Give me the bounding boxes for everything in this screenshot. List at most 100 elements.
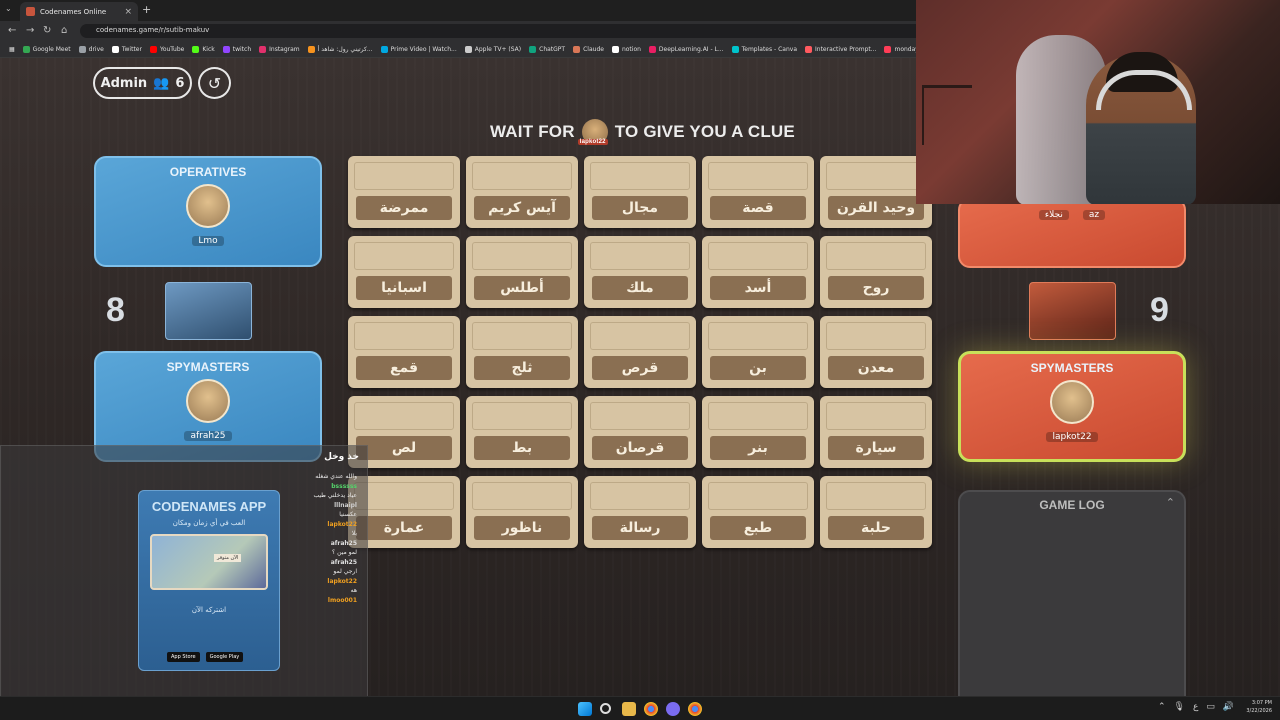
store-badges: App Store Google Play xyxy=(167,652,244,662)
tray-chevron-icon[interactable]: ⌃ xyxy=(1158,702,1166,712)
word-card[interactable]: ناظور xyxy=(466,476,578,548)
back-icon[interactable]: ← xyxy=(8,25,16,36)
bookmark-item[interactable]: DeepLearning.AI - L... xyxy=(646,45,727,53)
chat-text: عكسنيا xyxy=(339,511,357,518)
home-icon[interactable]: ⌂ xyxy=(61,25,67,36)
card-word: روح xyxy=(828,276,924,300)
word-card[interactable]: أسد xyxy=(702,236,814,308)
reset-game-button[interactable]: ↺ xyxy=(198,67,231,99)
card-word: قرصان xyxy=(592,436,688,460)
word-card[interactable]: قرص xyxy=(584,316,696,388)
card-word: قمع xyxy=(356,356,452,380)
stream-chat-overlay: خذ وخل والله عندي شغله bssssss عياد يدخلني… xyxy=(0,445,368,720)
player-name[interactable]: lapkot22 xyxy=(1046,432,1098,442)
player-name[interactable]: az xyxy=(1082,210,1106,220)
google-play-badge[interactable]: Google Play xyxy=(205,652,244,662)
bookmark-item[interactable]: YouTube xyxy=(147,45,187,53)
app-store-badge[interactable]: App Store xyxy=(167,652,200,662)
word-card[interactable]: ثلج xyxy=(466,316,578,388)
bookmark-item[interactable]: كرتيني رول: شاهد أ... xyxy=(305,45,376,53)
bookmark-favicon-icon xyxy=(78,45,86,53)
clue-banner-suffix: TO GIVE YOU A CLUE xyxy=(614,122,795,141)
bookmark-item[interactable]: Templates - Canva xyxy=(729,45,800,53)
bookmark-item[interactable]: Google Meet xyxy=(20,45,74,53)
player-name[interactable]: نجلاء xyxy=(1038,210,1069,220)
word-card[interactable]: ممرضة xyxy=(348,156,460,228)
word-card[interactable]: قمع xyxy=(348,316,460,388)
bookmark-item[interactable]: Instagram xyxy=(256,45,303,53)
forward-icon[interactable]: → xyxy=(26,25,34,36)
bookmark-item[interactable]: Apple TV+ (SA) xyxy=(462,45,524,53)
card-word: سيارة xyxy=(828,436,924,460)
card-frame xyxy=(590,162,690,190)
card-frame xyxy=(708,402,808,430)
chrome-icon[interactable] xyxy=(644,702,658,716)
microphone-icon[interactable]: 🎙 xyxy=(1174,702,1185,712)
players-icon: 👥 xyxy=(153,75,170,91)
word-card[interactable]: قرصان xyxy=(584,396,696,468)
word-card[interactable]: معدن xyxy=(820,316,932,388)
bookmark-item[interactable]: drive xyxy=(76,45,107,53)
bookmark-item[interactable]: Claude xyxy=(570,45,607,53)
card-frame xyxy=(826,322,926,350)
word-card[interactable]: بط xyxy=(466,396,578,468)
bookmark-item[interactable]: Kick xyxy=(189,45,217,53)
word-card[interactable]: طبع xyxy=(702,476,814,548)
bookmark-item[interactable]: Interactive Prompt... xyxy=(802,45,879,53)
webcam-overlay xyxy=(916,0,1280,204)
volume-icon[interactable]: 🔊 xyxy=(1223,702,1234,712)
word-card[interactable]: رسالة xyxy=(584,476,696,548)
close-tab-icon[interactable]: × xyxy=(124,7,132,17)
word-card[interactable]: حلبة xyxy=(820,476,932,548)
bookmark-item[interactable]: ChatGPT xyxy=(526,45,568,53)
word-card[interactable]: ملك xyxy=(584,236,696,308)
word-card[interactable]: آيس كريم xyxy=(466,156,578,228)
player-name[interactable]: afrah25 xyxy=(184,431,232,441)
codenames-favicon-icon xyxy=(26,7,35,16)
card-word: قصة xyxy=(710,196,806,220)
word-card[interactable]: قصة xyxy=(702,156,814,228)
codenames-app-ad[interactable]: CODENAMES APP العب في أي زمان ومكان الآن… xyxy=(138,490,280,671)
card-word: ثلج xyxy=(474,356,570,380)
word-card[interactable]: اسبانيا xyxy=(348,236,460,308)
card-frame xyxy=(472,162,572,190)
discord-icon[interactable] xyxy=(666,702,680,716)
card-frame xyxy=(354,482,454,510)
bookmark-item[interactable]: twitch xyxy=(220,45,254,53)
card-frame xyxy=(708,322,808,350)
chrome-profile-icon[interactable] xyxy=(688,702,702,716)
start-icon[interactable] xyxy=(578,702,592,716)
red-score: 9 xyxy=(1150,291,1169,329)
word-card[interactable]: أطلس xyxy=(466,236,578,308)
reload-icon[interactable]: ↻ xyxy=(43,25,51,36)
new-tab-icon[interactable]: + xyxy=(142,3,151,16)
word-card[interactable]: روح xyxy=(820,236,932,308)
apps-grid-icon[interactable]: ▦ xyxy=(6,46,18,53)
network-icon[interactable]: ▭ xyxy=(1206,702,1215,712)
word-card[interactable]: مجال xyxy=(584,156,696,228)
ad-cta[interactable]: اشتركه الآن xyxy=(139,606,279,614)
word-card[interactable]: بن xyxy=(702,316,814,388)
search-icon[interactable] xyxy=(600,703,611,714)
player-name[interactable]: Lmo xyxy=(192,236,224,246)
file-explorer-icon[interactable] xyxy=(622,702,636,716)
blue-operatives-panel: OPERATIVES Lmo xyxy=(94,156,322,267)
player-avatar xyxy=(186,184,230,228)
browser-tab[interactable]: Codenames Online × xyxy=(20,2,138,21)
word-card[interactable]: بنر xyxy=(702,396,814,468)
tab-list-chevron-icon[interactable]: ⌄ xyxy=(5,4,12,13)
bookmark-favicon-icon xyxy=(192,45,200,53)
clock[interactable]: 3:07 PM 3/22/2026 xyxy=(1246,699,1272,715)
card-word: طبع xyxy=(710,516,806,540)
card-frame xyxy=(708,242,808,270)
bookmark-item[interactable]: Prime Video | Watch... xyxy=(378,45,460,53)
collapse-chevron-icon[interactable]: ⌃ xyxy=(1166,496,1175,509)
card-frame xyxy=(354,402,454,430)
language-indicator[interactable]: ع xyxy=(1193,702,1198,712)
card-frame xyxy=(826,162,926,190)
admin-button[interactable]: Admin 👥 6 xyxy=(93,67,192,99)
word-card[interactable]: سيارة xyxy=(820,396,932,468)
bookmark-item[interactable]: notion xyxy=(609,45,644,53)
clue-banner: WAIT FOR lapkot22 TO GIVE YOU A CLUE xyxy=(490,118,800,146)
bookmark-item[interactable]: Twitter xyxy=(109,45,145,53)
